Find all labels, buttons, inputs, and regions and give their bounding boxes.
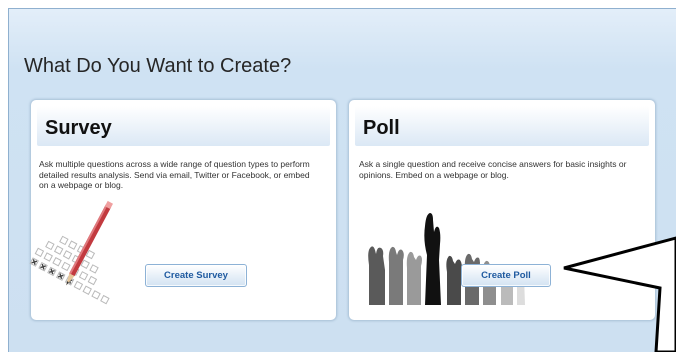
create-poll-button[interactable]: Create Poll [461, 264, 551, 287]
survey-card-header: Survey [37, 106, 330, 146]
survey-card-description: Ask multiple questions across a wide ran… [39, 159, 310, 190]
callout-arrow-icon [563, 236, 676, 352]
create-survey-button[interactable]: Create Survey [145, 264, 247, 287]
survey-card-title: Survey [45, 117, 112, 139]
poll-card-header: Poll [355, 106, 649, 146]
poll-card-description: Ask a single question and receive concis… [359, 159, 627, 180]
poll-card-title: Poll [363, 117, 400, 139]
page-title: What Do You Want to Create? [24, 55, 292, 77]
raised-hands-icon [368, 213, 525, 305]
checklist-pencil-icon [29, 200, 114, 305]
survey-card: Survey Ask multiple questions across a w… [29, 100, 336, 320]
